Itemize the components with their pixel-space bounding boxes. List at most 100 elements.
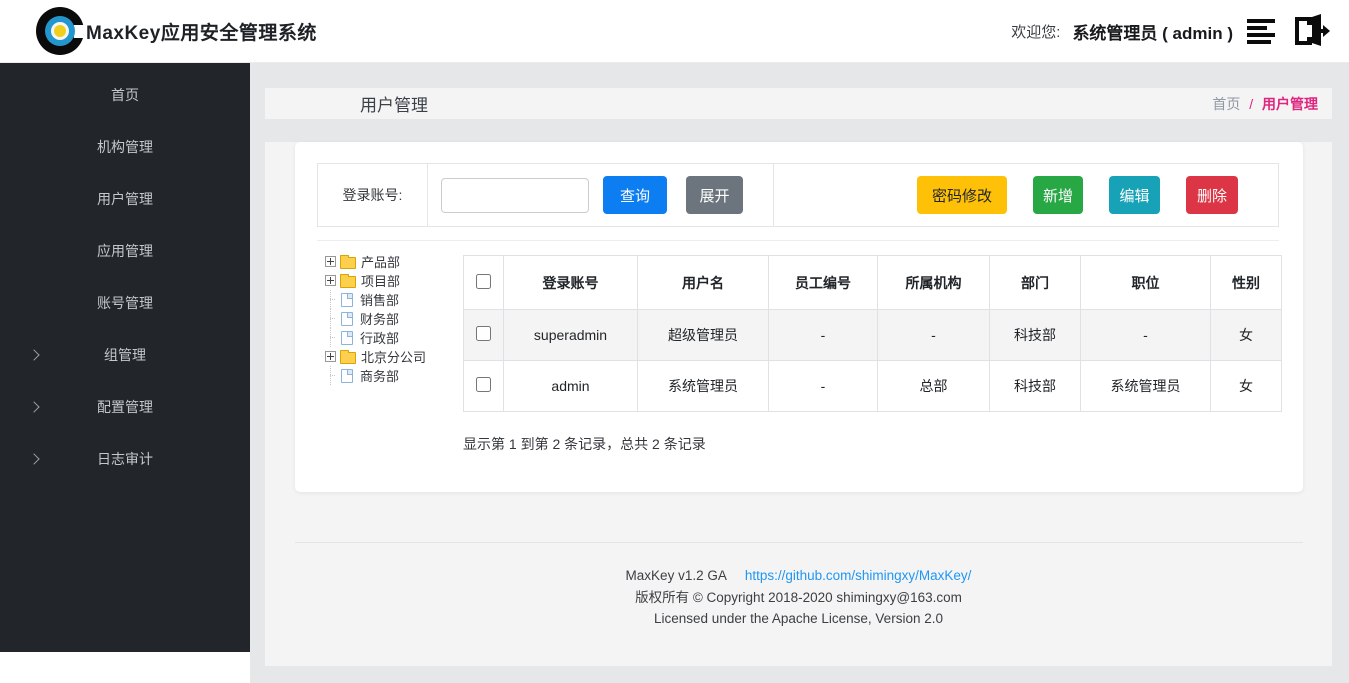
tree-node-6[interactable]: 商务部 bbox=[325, 366, 463, 385]
column-header-2[interactable]: 员工编号 bbox=[769, 256, 878, 310]
table-row-0[interactable]: superadmin超级管理员--科技部-女 bbox=[464, 310, 1282, 361]
row-checkbox[interactable] bbox=[476, 377, 491, 392]
cell-0-1: 超级管理员 bbox=[638, 310, 769, 361]
github-link[interactable]: https://github.com/shimingxy/MaxKey/ bbox=[745, 568, 972, 583]
cell-0-5: - bbox=[1081, 310, 1211, 361]
column-header-1[interactable]: 用户名 bbox=[638, 256, 769, 310]
chevron-right-icon bbox=[28, 401, 39, 412]
document-icon bbox=[341, 293, 353, 307]
table-row-1[interactable]: admin系统管理员-总部科技部系统管理员女 bbox=[464, 361, 1282, 412]
change-password-button[interactable]: 密码修改 bbox=[917, 176, 1007, 214]
page-title: 用户管理 bbox=[360, 91, 428, 116]
sidebar-item-label: 配置管理 bbox=[97, 397, 153, 417]
record-count-summary: 显示第 1 到第 2 条记录，总共 2 条记录 bbox=[463, 434, 706, 454]
login-account-input[interactable] bbox=[441, 178, 589, 213]
sidebar-item-label: 组管理 bbox=[104, 345, 146, 365]
cell-1-0: admin bbox=[504, 361, 638, 412]
tree-node-3[interactable]: 财务部 bbox=[325, 309, 463, 328]
folder-icon bbox=[340, 276, 356, 288]
sidebar-item-label: 账号管理 bbox=[97, 293, 153, 313]
cell-0-6: 女 bbox=[1211, 310, 1282, 361]
tree-node-label: 产品部 bbox=[361, 252, 400, 271]
row-checkbox[interactable] bbox=[476, 326, 491, 341]
current-user-name: 系统管理员 ( admin ) bbox=[1072, 19, 1233, 44]
page-footer: MaxKey v1.2 GA https://github.com/shiming… bbox=[265, 565, 1332, 630]
breadcrumb: 首页 / 用户管理 bbox=[1212, 94, 1318, 114]
footer-version: MaxKey v1.2 GA bbox=[626, 568, 727, 583]
cell-1-6: 女 bbox=[1211, 361, 1282, 412]
user-table: 登录账号用户名员工编号所属机构部门职位性别 superadmin超级管理员 - -科技… bbox=[463, 255, 1282, 412]
sidebar-item-0[interactable]: 首页 bbox=[0, 69, 250, 121]
menu-list-icon[interactable] bbox=[1245, 15, 1283, 47]
organization-tree: 产品部项目部销售部财务部行政部北京分公司商务部 bbox=[325, 252, 463, 385]
cell-1-5: 系统管理员 bbox=[1081, 361, 1211, 412]
tree-node-1[interactable]: 项目部 bbox=[325, 271, 463, 290]
top-header-bar: MaxKey应用安全管理系统 欢迎您: 系统管理员 ( admin ) bbox=[0, 0, 1349, 63]
cell-0-0: superadmin bbox=[504, 310, 638, 361]
sidebar-item-5[interactable]: 组管理 bbox=[0, 329, 250, 381]
column-header-4[interactable]: 部门 bbox=[990, 256, 1081, 310]
cell-1-3: 总部 bbox=[878, 361, 990, 412]
sidebar-item-7[interactable]: 日志审计 bbox=[0, 433, 250, 485]
expand-button[interactable]: 展开 bbox=[686, 176, 743, 214]
tree-node-5[interactable]: 北京分公司 bbox=[325, 347, 463, 366]
action-button-group: 密码修改 新增 编辑 删除 bbox=[917, 176, 1238, 214]
tree-expander-plus-icon[interactable] bbox=[325, 275, 336, 286]
tree-node-2[interactable]: 销售部 bbox=[325, 290, 463, 309]
user-management-card: 登录账号: 查询 展开 密码修改 新增 编辑 删除 产品部项目部销售部财务部行政… bbox=[295, 142, 1303, 492]
sidebar-item-6[interactable]: 配置管理 bbox=[0, 381, 250, 433]
maxkey-logo-icon bbox=[36, 7, 84, 55]
sidebar-item-4[interactable]: 账号管理 bbox=[0, 277, 250, 329]
tree-node-label: 销售部 bbox=[360, 290, 399, 309]
delete-button[interactable]: 删除 bbox=[1186, 176, 1238, 214]
tree-expander-plus-icon[interactable] bbox=[325, 256, 336, 267]
tree-node-label: 行政部 bbox=[360, 328, 399, 347]
edit-button[interactable]: 编辑 bbox=[1109, 176, 1160, 214]
breadcrumb-separator: / bbox=[1249, 96, 1253, 112]
search-toolbar: 登录账号: 查询 展开 密码修改 新增 编辑 删除 bbox=[317, 163, 1279, 227]
app-title: MaxKey应用安全管理系统 bbox=[86, 18, 317, 45]
tree-node-label: 财务部 bbox=[360, 309, 399, 328]
folder-icon bbox=[340, 257, 356, 269]
breadcrumb-home-link[interactable]: 首页 bbox=[1212, 96, 1240, 112]
breadcrumb-current: 用户管理 bbox=[1262, 96, 1318, 112]
add-button[interactable]: 新增 bbox=[1033, 176, 1083, 214]
cell-1-1: 系统管理员 bbox=[638, 361, 769, 412]
tree-expander-plus-icon[interactable] bbox=[325, 351, 336, 362]
column-header-0[interactable]: 登录账号 bbox=[504, 256, 638, 310]
sidebar-item-3[interactable]: 应用管理 bbox=[0, 225, 250, 277]
sidebar-item-label: 日志审计 bbox=[97, 449, 153, 469]
tree-node-0[interactable]: 产品部 bbox=[325, 252, 463, 271]
tree-node-label: 项目部 bbox=[361, 271, 400, 290]
sidebar-item-label: 首页 bbox=[111, 85, 139, 105]
query-button[interactable]: 查询 bbox=[603, 176, 667, 214]
column-header-5[interactable]: 职位 bbox=[1081, 256, 1211, 310]
document-icon bbox=[341, 369, 353, 383]
chevron-right-icon bbox=[28, 349, 39, 360]
footer-divider bbox=[295, 542, 1303, 543]
tree-node-label: 北京分公司 bbox=[361, 347, 426, 366]
sidebar-item-1[interactable]: 机构管理 bbox=[0, 121, 250, 173]
chevron-right-icon bbox=[28, 453, 39, 464]
toolbar-divider bbox=[773, 164, 774, 226]
tree-node-label: 商务部 bbox=[360, 366, 399, 385]
tree-node-4[interactable]: 行政部 bbox=[325, 328, 463, 347]
cell-1-4: 科技部 bbox=[990, 361, 1081, 412]
welcome-label: 欢迎您: bbox=[1011, 21, 1060, 42]
page-heading-bar: 用户管理 首页 / 用户管理 bbox=[265, 88, 1332, 119]
footer-version-line: MaxKey v1.2 GA https://github.com/shiming… bbox=[265, 565, 1332, 587]
column-header-6[interactable]: 性别 bbox=[1211, 256, 1282, 310]
document-icon bbox=[341, 331, 353, 345]
tree-connector-line bbox=[325, 328, 336, 347]
logout-icon[interactable] bbox=[1287, 12, 1333, 50]
cell-0-3: - bbox=[878, 310, 990, 361]
footer-license: Licensed under the Apache License, Versi… bbox=[265, 608, 1332, 630]
sidebar-item-label: 应用管理 bbox=[97, 241, 153, 261]
row-select-cell bbox=[464, 310, 504, 361]
cell-0-4: 科技部 bbox=[990, 310, 1081, 361]
select-all-checkbox[interactable] bbox=[476, 274, 491, 289]
sidebar-item-2[interactable]: 用户管理 bbox=[0, 173, 250, 225]
collapsed-search-divider bbox=[317, 240, 1279, 241]
column-header-3[interactable]: 所属机构 bbox=[878, 256, 990, 310]
sidebar-item-label: 用户管理 bbox=[97, 189, 153, 209]
